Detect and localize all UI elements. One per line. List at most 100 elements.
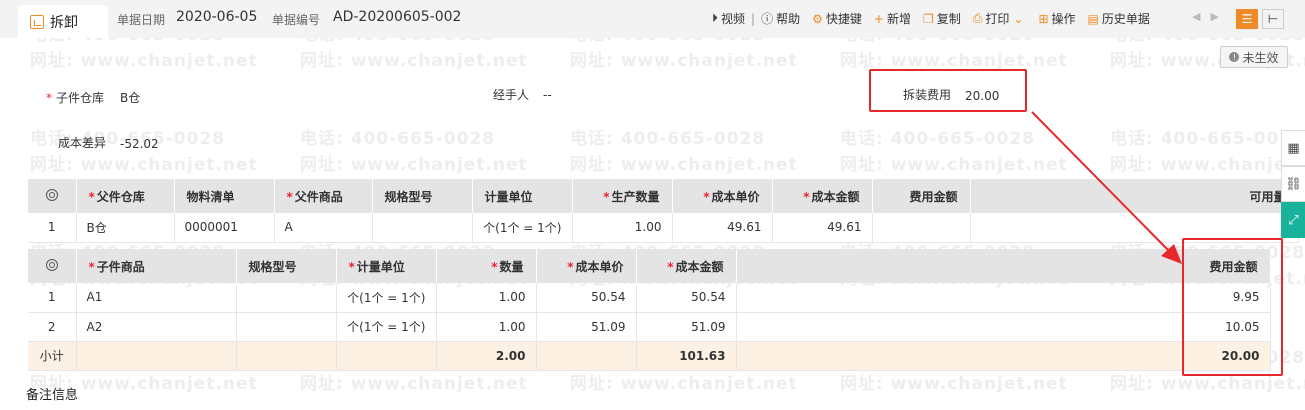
subtotal-empty [76, 341, 237, 371]
cell-product[interactable]: A1 [76, 283, 237, 313]
watermark-site: 网址: www.chanjet.net [840, 51, 1068, 71]
watermark-site: 网址: www.chanjet.net [300, 155, 528, 175]
cell-product[interactable]: A2 [76, 312, 237, 342]
table-row[interactable]: 1 A1 个(1个 = 1个) 1.00 50.54 50.54 9.95 [28, 283, 1271, 313]
cell-unit[interactable]: 个(1个 = 1个) [472, 213, 573, 243]
expand-icon: ⤢ [1288, 212, 1299, 228]
operate-button[interactable]: ⊞ 操作 [1038, 10, 1075, 27]
watermark-site: 网址: www.chanjet.net [570, 374, 798, 394]
print-dropdown[interactable]: ⌄ [1013, 12, 1026, 26]
help-button[interactable]: ⓘ 帮助 [761, 10, 800, 27]
cell-unit[interactable]: 个(1个 = 1个) [336, 283, 437, 313]
cell-unit[interactable]: 个(1个 = 1个) [336, 312, 437, 342]
cell-amount[interactable]: 50.54 [636, 283, 737, 313]
grid-icon: ⊞ [1038, 11, 1049, 26]
next-arrow-icon[interactable]: ▶ [1210, 10, 1218, 23]
toolbar-separator: | [751, 11, 756, 26]
print-button[interactable]: ⎙ 打印 [973, 10, 1010, 27]
history-icon: ▤ [1087, 11, 1099, 26]
col-fee-amount: 费用金额 [872, 179, 971, 213]
cell-warehouse[interactable]: B仓 [76, 213, 175, 243]
prev-arrow-icon[interactable]: ◀ [1192, 10, 1200, 23]
column-settings[interactable] [28, 249, 77, 283]
watermark-site: 网址: www.chanjet.net [570, 51, 798, 71]
side-note-button[interactable]: ▦ [1281, 130, 1305, 166]
subtotal-empty [536, 341, 637, 371]
doc-no-value: AD-20200605-002 [333, 9, 462, 25]
col-available: 可用量 [970, 179, 1299, 213]
cell-unit-cost[interactable]: 51.09 [536, 312, 637, 342]
status-badge: ! 未生效 [1220, 46, 1288, 68]
watermark-site: 网址: www.chanjet.net [30, 51, 258, 71]
shortcut-button[interactable]: ⚙ 快捷键 [812, 10, 862, 27]
cost-diff-value: -52.02 [120, 137, 159, 151]
record-nav: ◀ ▶ [1192, 10, 1229, 23]
cell-qty[interactable]: 1.00 [436, 312, 537, 342]
settings-icon [45, 188, 58, 201]
watermark-phone: 电话: 400-665-0028 [300, 129, 496, 149]
cell-spec[interactable] [372, 213, 473, 243]
side-expand-button[interactable]: ⤢ [1281, 202, 1305, 238]
list-view-button[interactable]: ☰ [1236, 9, 1258, 29]
copy-icon: ❐ [922, 11, 934, 26]
row-number: 1 [28, 283, 77, 313]
parent-table-header: * 父件仓库 物料清单 * 父件商品 规格型号 计量单位 * 生产数量 * 成本单价 *… [28, 179, 1299, 213]
row-number: 2 [28, 312, 77, 342]
col-unit: * 计量单位 [336, 249, 437, 283]
play-icon: ⏵ [712, 11, 719, 25]
sub-warehouse-field[interactable]: B仓 [120, 89, 140, 106]
handler-field[interactable]: -- [543, 88, 552, 102]
top-bar: 拆卸 单据日期 2020-06-05 单据编号 AD-20200605-002 … [0, 0, 1305, 38]
column-settings[interactable] [28, 179, 77, 213]
col-unit: 计量单位 [472, 179, 573, 213]
printer-icon: ⎙ [972, 11, 983, 25]
watermark-phone: 电话: 400-665-0028 [570, 129, 766, 149]
watermark-site: 网址: www.chanjet.net [840, 374, 1068, 394]
col-unit-cost: * 成本单价 [536, 249, 637, 283]
row-number: 1 [28, 213, 77, 243]
subtotal-label: 小计 [28, 341, 77, 371]
col-parent-warehouse: * 父件仓库 [76, 179, 175, 213]
add-button[interactable]: + 新增 [874, 10, 911, 27]
date-value: 2020-06-05 [176, 9, 258, 25]
cell-product[interactable]: A [274, 213, 373, 243]
cell-spec[interactable] [236, 283, 337, 313]
handler-label: 经手人 [493, 88, 530, 102]
fee-label: 拆装费用 [903, 88, 952, 102]
watermark-site: 网址: www.chanjet.net [840, 155, 1068, 175]
watermark-site: 网址: www.chanjet.net [300, 374, 528, 394]
col-spec: 规格型号 [236, 249, 337, 283]
split-icon: ⊢ [1267, 12, 1279, 26]
copy-button[interactable]: ❐ 复制 [923, 10, 961, 27]
tab-label: 拆卸 [50, 14, 78, 31]
cell-qty[interactable]: 1.00 [436, 283, 537, 313]
doc-no-label: 单据编号 [272, 13, 321, 27]
table-row[interactable]: 2 A2 个(1个 = 1个) 1.00 51.09 51.09 10.05 [28, 312, 1271, 342]
settings-icon [45, 258, 58, 271]
col-parent-product: * 父件商品 [274, 179, 373, 213]
cell-bom[interactable]: 0000001 [174, 213, 275, 243]
watermark-phone: 电话: 400-665-0028 [840, 129, 1036, 149]
subtotal-empty [336, 341, 437, 371]
notes-title: 备注信息 [26, 388, 79, 403]
side-attach-button[interactable]: ⛓ [1281, 166, 1305, 202]
subtotal-qty: 2.00 [436, 341, 537, 371]
cell-fee[interactable] [872, 213, 971, 243]
date-label: 单据日期 [117, 13, 166, 27]
history-button[interactable]: ▤ 历史单据 [1088, 10, 1150, 27]
tab-disassembly[interactable]: 拆卸 [18, 5, 108, 38]
split-view-button[interactable]: ⊢ [1262, 9, 1284, 29]
cell-unit-cost[interactable]: 50.54 [536, 283, 637, 313]
child-table-header: * 子件商品 规格型号 * 计量单位 * 数量 * 成本单价 * 成本金额 费用金额 [28, 249, 1271, 283]
cell-unit-cost[interactable]: 49.61 [672, 213, 773, 243]
col-unit-cost: * 成本单价 [672, 179, 773, 213]
cell-qty[interactable]: 1.00 [572, 213, 673, 243]
subtotal-row: 小计 2.00 101.63 20.00 [28, 341, 1271, 371]
video-button[interactable]: ⏵ 视频 [712, 10, 745, 27]
table-row[interactable]: 1 B仓 0000001 A 个(1个 = 1个) 1.00 49.61 49.… [28, 213, 1299, 243]
fee-field[interactable]: 20.00 [965, 89, 999, 103]
cell-amount[interactable]: 49.61 [772, 213, 873, 243]
cell-amount[interactable]: 51.09 [636, 312, 737, 342]
cell-spec[interactable] [236, 312, 337, 342]
subtotal-amount: 101.63 [636, 341, 737, 371]
